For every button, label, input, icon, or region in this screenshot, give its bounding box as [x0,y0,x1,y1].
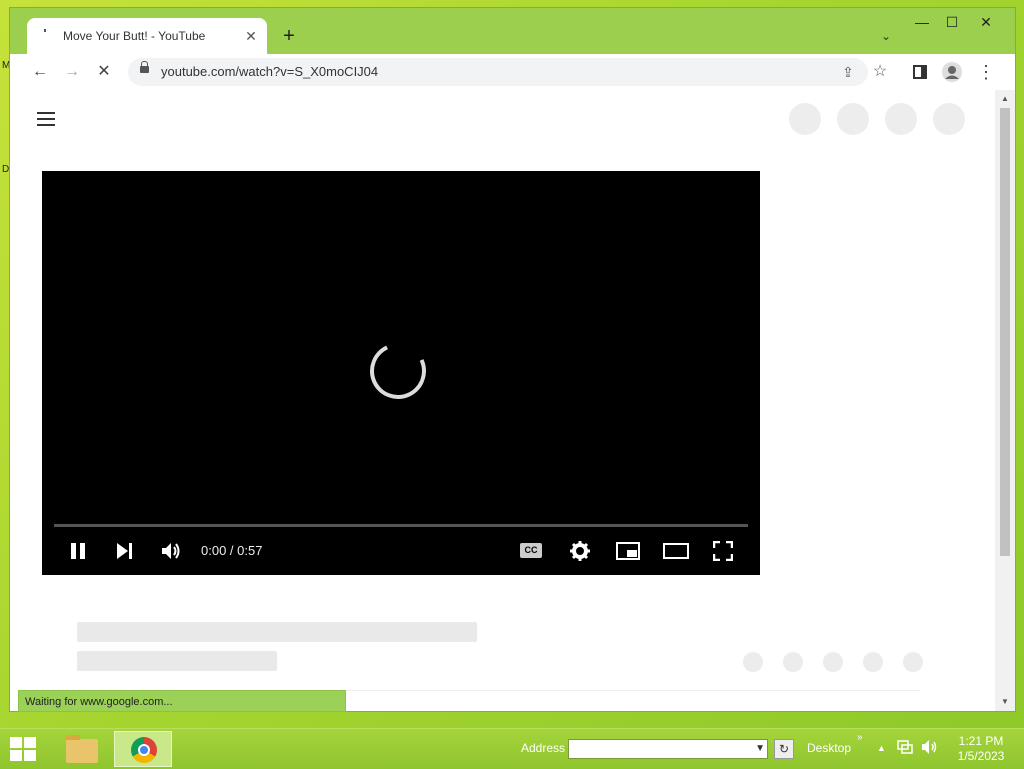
volume-icon[interactable] [160,538,182,564]
tab-close-icon[interactable]: ✕ [241,26,261,46]
placeholder-circle [885,103,917,135]
browser-toolbar: ← → ✕ youtube.com/watch?v=S_X0moCIJ04 ⇪ … [10,54,1015,90]
profile-avatar-icon[interactable] [940,60,964,84]
maximize-button[interactable]: ☐ [938,12,966,32]
chrome-icon [131,737,157,763]
action-placeholder [823,652,843,672]
theater-mode-button[interactable] [662,538,690,564]
settings-gear-icon[interactable] [568,538,592,564]
cc-label: CC [520,543,542,558]
page-content: 0:00 / 0:57 CC [10,90,995,711]
minimize-button[interactable]: — [908,12,936,32]
share-icon[interactable]: ⇪ [838,62,858,82]
refresh-icon[interactable]: ↻ [774,739,794,759]
time-display: 0:00 / 0:57 [201,543,263,558]
video-loading-spinner-icon [362,335,434,407]
close-window-button[interactable]: ✕ [972,12,1000,32]
fullscreen-button[interactable] [712,538,734,564]
browser-menu-button[interactable]: ⋮ [974,60,998,84]
clock-date: 1/5/2023 [957,749,1005,763]
url-text[interactable]: youtube.com/watch?v=S_X0moCIJ04 [161,64,378,79]
next-video-button[interactable] [114,538,134,564]
show-hidden-icons-icon[interactable]: ▲ [877,743,886,753]
address-toolbar-label: Address [521,741,566,755]
volume-tray-icon[interactable] [921,739,939,758]
toolbar-overflow-icon[interactable]: » [857,732,863,743]
action-placeholder [783,652,803,672]
page-scrollbar[interactable]: ▲ ▼ [995,90,1015,711]
action-placeholder [863,652,883,672]
start-button[interactable] [10,737,38,763]
new-tab-button[interactable]: + [278,25,300,47]
chrome-taskbar-button[interactable] [114,731,172,767]
scroll-down-icon[interactable]: ▼ [1000,697,1010,707]
network-icon[interactable] [897,739,913,758]
address-toolbar-input[interactable]: ▼ [568,739,768,759]
loading-spinner-icon [37,29,51,43]
tab-youtube[interactable]: Move Your Butt! - YouTube ✕ [27,18,267,54]
placeholder-circle [933,103,965,135]
desktop-toolbar-label[interactable]: Desktop [807,741,851,755]
progress-bar[interactable] [54,524,748,527]
forward-button[interactable]: → [60,60,84,84]
lock-icon[interactable] [140,61,149,73]
file-explorer-taskbar-icon[interactable] [56,731,114,767]
address-bar[interactable]: youtube.com/watch?v=S_X0moCIJ04 ⇪ ☆ [128,58,887,86]
scroll-thumb[interactable] [1000,108,1010,556]
action-placeholder [743,652,763,672]
taskbar: Address ▼ ↻ Desktop » ▲ 1:21 PM 1/5/2023 [0,728,1024,769]
back-button[interactable]: ← [28,60,52,84]
closed-captions-button[interactable]: CC [520,538,544,564]
placeholder-circle [837,103,869,135]
tab-strip: Move Your Butt! - YouTube ✕ + ⌄ — ☐ ✕ [10,8,1015,54]
stop-loading-button[interactable]: ✕ [92,60,116,84]
channel-placeholder [77,651,277,671]
side-panel-button[interactable] [908,60,932,84]
clock-time: 1:21 PM [958,734,1004,748]
scroll-up-icon[interactable]: ▲ [1000,94,1010,104]
title-placeholder [77,622,477,642]
bookmark-star-icon[interactable]: ☆ [870,62,890,82]
status-bubble: Waiting for www.google.com... [18,690,346,712]
pause-button[interactable] [68,538,88,564]
placeholder-circle [789,103,821,135]
system-clock[interactable]: 1:21 PM 1/5/2023 [956,734,1006,764]
hamburger-menu-icon[interactable] [37,112,55,126]
video-player[interactable]: 0:00 / 0:57 CC [42,171,760,575]
chevron-down-icon[interactable]: ▼ [755,740,765,758]
miniplayer-button[interactable] [615,538,641,564]
tab-search-button[interactable]: ⌄ [876,26,896,46]
browser-window: Move Your Butt! - YouTube ✕ + ⌄ — ☐ ✕ ← … [9,7,1016,712]
tab-title: Move Your Butt! - YouTube [63,29,206,43]
action-placeholder [903,652,923,672]
